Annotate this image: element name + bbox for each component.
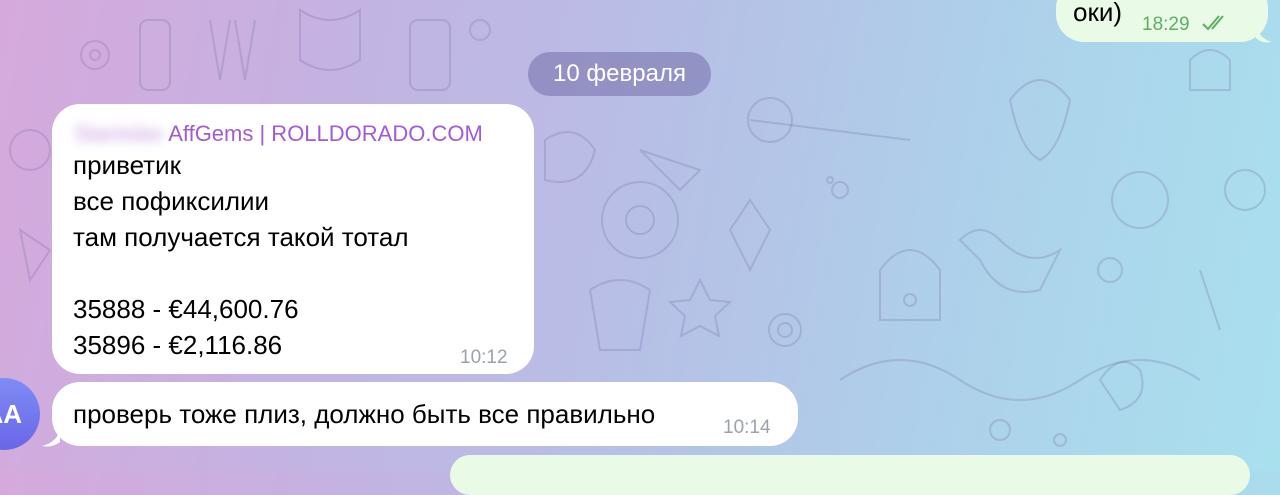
incoming-bubble-tail: [42, 428, 60, 447]
outgoing-bubble-tail: [1256, 24, 1272, 43]
incoming-message[interactable]: Stanislav AffGems | ROLLDORADO.COM приве…: [52, 104, 534, 374]
blurred-sender-name: Stanislav: [74, 121, 164, 146]
message-time: 10:14: [723, 417, 771, 438]
message-time: 18:29: [1142, 14, 1190, 35]
outgoing-message[interactable]: оки) 18:29: [1056, 0, 1268, 42]
incoming-message[interactable]: проверь тоже плиз, должно быть все прави…: [52, 382, 798, 446]
date-separator: 10 февраля: [528, 52, 711, 96]
avatar[interactable]: AA: [0, 378, 40, 450]
sender-name[interactable]: Stanislav AffGems | ROLLDORADO.COM: [74, 120, 483, 148]
outgoing-message[interactable]: [450, 455, 1250, 495]
message-time: 10:12: [460, 347, 508, 368]
message-line: там получается такой тотал: [73, 222, 409, 252]
message-line: 35888 - €44,600.76: [73, 294, 299, 324]
message-line: все пофиксилии: [73, 186, 270, 216]
message-line: 35896 - €2,116.86: [73, 330, 283, 360]
message-line: приветик: [73, 150, 181, 180]
sender-group-name: AffGems | ROLLDORADO.COM: [168, 121, 483, 146]
read-double-check-icon: [1201, 6, 1231, 42]
message-line: [73, 255, 409, 291]
message-body: приветик все пофиксилии там получается т…: [73, 147, 409, 363]
message-text: оки): [1073, 0, 1123, 27]
message-text: проверь тоже плиз, должно быть все прави…: [73, 399, 656, 429]
